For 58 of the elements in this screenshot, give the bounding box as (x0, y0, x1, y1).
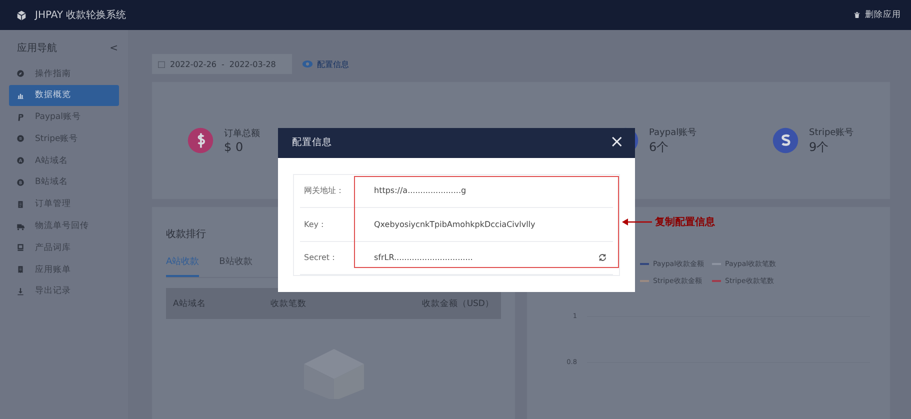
book-icon (16, 243, 25, 252)
field-value: QxebyosiycnkTpibAmohkpkDcciaCivlvlly (374, 220, 536, 229)
sidebar-item[interactable]: 导出记录 (9, 280, 119, 302)
date-range-field[interactable]: 2022-02-26 - 2022-03-28 (152, 54, 292, 74)
b-letter-icon (16, 178, 25, 187)
config-link[interactable]: 配置信息 (302, 58, 349, 70)
sidebar-item[interactable]: A站域名 (9, 150, 119, 172)
s-logo-icon (16, 134, 25, 144)
sidebar-item[interactable]: Paypal账号 (9, 106, 119, 128)
cube-icon (16, 10, 27, 20)
tab[interactable]: A站收款 (166, 255, 200, 277)
s-logo-icon (772, 127, 799, 154)
dialog-title: 配置信息 (292, 136, 332, 150)
sidebar-item[interactable]: 数据概览 (9, 84, 119, 106)
end-date: 2022-03-28 (229, 60, 276, 68)
sidebar-item[interactable]: B站域名 (9, 172, 119, 193)
sidebar-item[interactable]: 订单管理 (9, 194, 119, 215)
annotation-text: 复制配置信息 (655, 216, 715, 229)
stat-value: 9个 (809, 138, 830, 156)
eye-icon (302, 60, 313, 68)
tab[interactable]: B站收款 (219, 255, 252, 277)
ranking-title: 收款排行 (166, 228, 207, 241)
stat-label: Paypal账号 (649, 126, 697, 138)
compass-icon (16, 69, 25, 78)
stat-value: $ 0 (224, 140, 244, 154)
stat-value: 6个 (649, 138, 670, 156)
sidebar-item[interactable]: 产品词库 (9, 237, 119, 258)
collapse-button[interactable]: < (110, 42, 118, 54)
column-header: 收款金额（USD） (420, 298, 494, 310)
column-header: 收款笔数 (270, 298, 308, 310)
close-button[interactable]: × (610, 134, 624, 152)
sidebar-item[interactable]: 应用账单 (9, 259, 119, 280)
delete-app-button[interactable]: 删除应用 (853, 9, 901, 21)
column-header: A站域名 (173, 298, 207, 310)
sidebar-item[interactable]: 操作指南 (9, 63, 119, 84)
start-date: 2022-02-26 (170, 60, 216, 68)
refresh-icon[interactable] (598, 253, 607, 262)
stat-label: Stripe账号 (809, 126, 854, 138)
trash-icon (853, 11, 861, 19)
stat-label: 订单总额 (224, 128, 260, 140)
clipboard-icon (16, 200, 25, 209)
a-letter-icon (16, 156, 25, 166)
truck-icon (16, 222, 25, 231)
field-label: 网关地址： (303, 185, 345, 196)
download-icon (16, 286, 25, 296)
sidebar-item[interactable]: Stripe账号 (9, 128, 119, 150)
dollar-icon (187, 127, 214, 154)
arrow-icon (622, 218, 652, 226)
sidebar-title: 应用导航 (17, 42, 57, 55)
field-label: Key : (303, 220, 325, 229)
field-value: https://a.....................g (374, 186, 468, 196)
p-logo-icon (16, 112, 25, 122)
date-separator: - (222, 60, 224, 68)
field-label: Secret : (303, 253, 336, 262)
app-title: JHPAY 收款轮换系统 (35, 8, 126, 22)
document-icon (16, 265, 25, 274)
field-value: sfrLR............................... (374, 253, 474, 262)
sidebar-item[interactable]: 物流单号回传 (9, 216, 119, 237)
